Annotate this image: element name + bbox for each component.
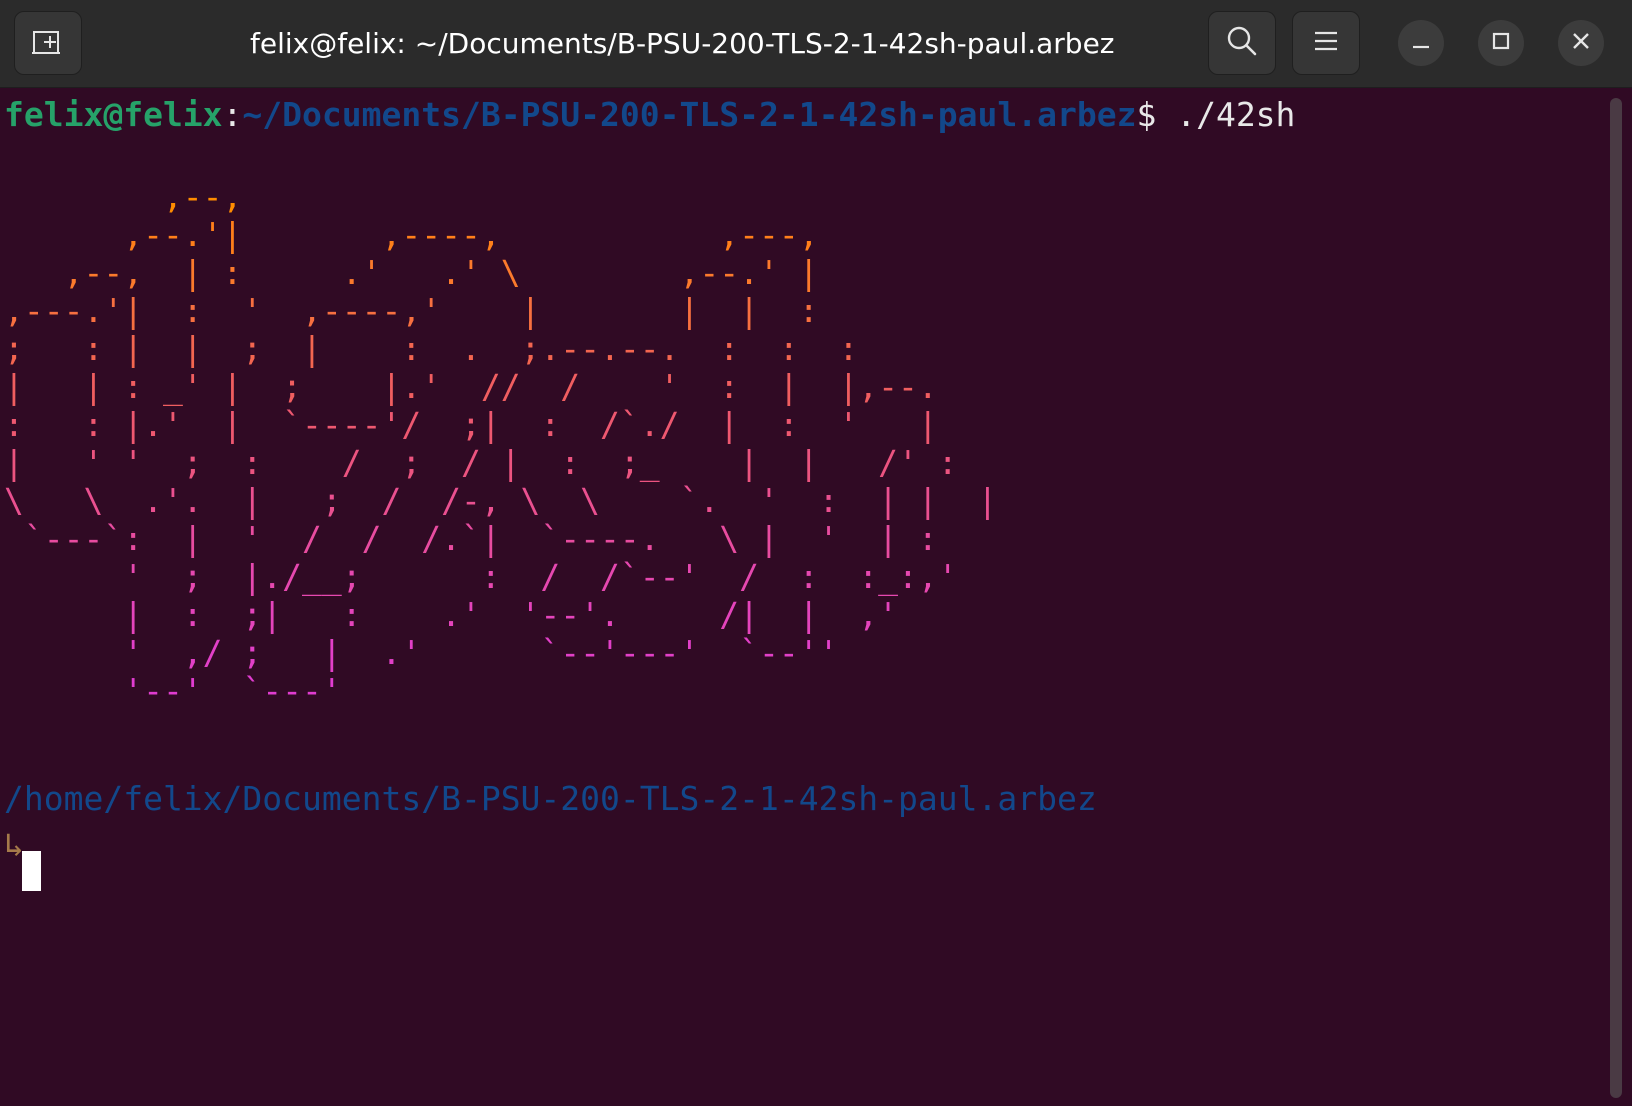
prompt-symbol: $ [1136,95,1157,134]
banner-line: \ \ .'. | ; / /-, \ \ `. ' : | | | [4,481,998,520]
banner-line: ' ,/ ; | .' `--'---' `--'' [4,633,839,672]
minimize-icon [1412,32,1430,55]
prompt-separator: : [222,95,243,134]
banner-line: '--' `---' [4,671,342,710]
window-title: felix@felix: ~/Documents/B-PSU-200-TLS-2… [250,27,1115,60]
banner-line: | | : _' | ; |.' // / ' : | |,--. [4,367,938,406]
maximize-icon [1492,32,1510,55]
banner-line: ,--, | : .' .' \ ,--.' | [4,253,819,292]
titlebar: felix@felix: ~/Documents/B-PSU-200-TLS-2… [0,0,1632,88]
maximize-button[interactable] [1478,20,1524,66]
search-icon [1226,25,1258,62]
banner-line: : : |.' | `----'/ ;| : /`./ | : ' | [4,405,938,444]
new-tab-icon [31,26,65,61]
ascii-art-banner: ,--, ,--.'| ,----, ,---, ,--, | : .' .' … [4,178,997,710]
banner-line: | : ;| : .' '--'. /| | ,' [4,595,899,634]
prompt-user-host: felix@felix [4,95,223,134]
minimize-button[interactable] [1398,20,1444,66]
hamburger-menu-icon [1314,30,1338,57]
banner-line: ' ; |./__; : / /`--' / : :_:,' [4,557,958,596]
search-button[interactable] [1208,11,1276,75]
banner-line: ; : | | ; | : . ;.--.--. : : : [4,329,859,368]
banner-line: ,--, [4,177,243,216]
terminal-window: felix@felix: ~/Documents/B-PSU-200-TLS-2… [0,0,1632,1106]
banner-line: `---`: | ' / / /.`| `----. \ | ' | : [4,519,938,558]
scrollbar[interactable] [1610,98,1622,1098]
input-prompt-arrow: ↳ [4,825,24,864]
cwd-line: /home/felix/Documents/B-PSU-200-TLS-2-1-… [4,779,1097,818]
banner-line: ,---.'| : ' ,----,' | | | : [4,291,819,330]
banner-line: | ' ' ; : / ; / | : ;_ | | /' : [4,443,958,482]
new-tab-button[interactable] [14,11,82,75]
prompt-path: ~/Documents/B-PSU-200-TLS-2-1-42sh-paul.… [242,95,1137,134]
menu-button[interactable] [1292,11,1360,75]
close-icon [1572,32,1590,55]
close-button[interactable] [1558,20,1604,66]
text-cursor [22,851,41,891]
prompt-line: felix@felix:~/Documents/B-PSU-200-TLS-2-… [4,96,1295,134]
terminal-output[interactable]: felix@felix:~/Documents/B-PSU-200-TLS-2-… [0,88,1604,1106]
banner-line: ,--.'| ,----, ,---, [4,215,819,254]
command-text: ./42sh [1156,95,1296,134]
